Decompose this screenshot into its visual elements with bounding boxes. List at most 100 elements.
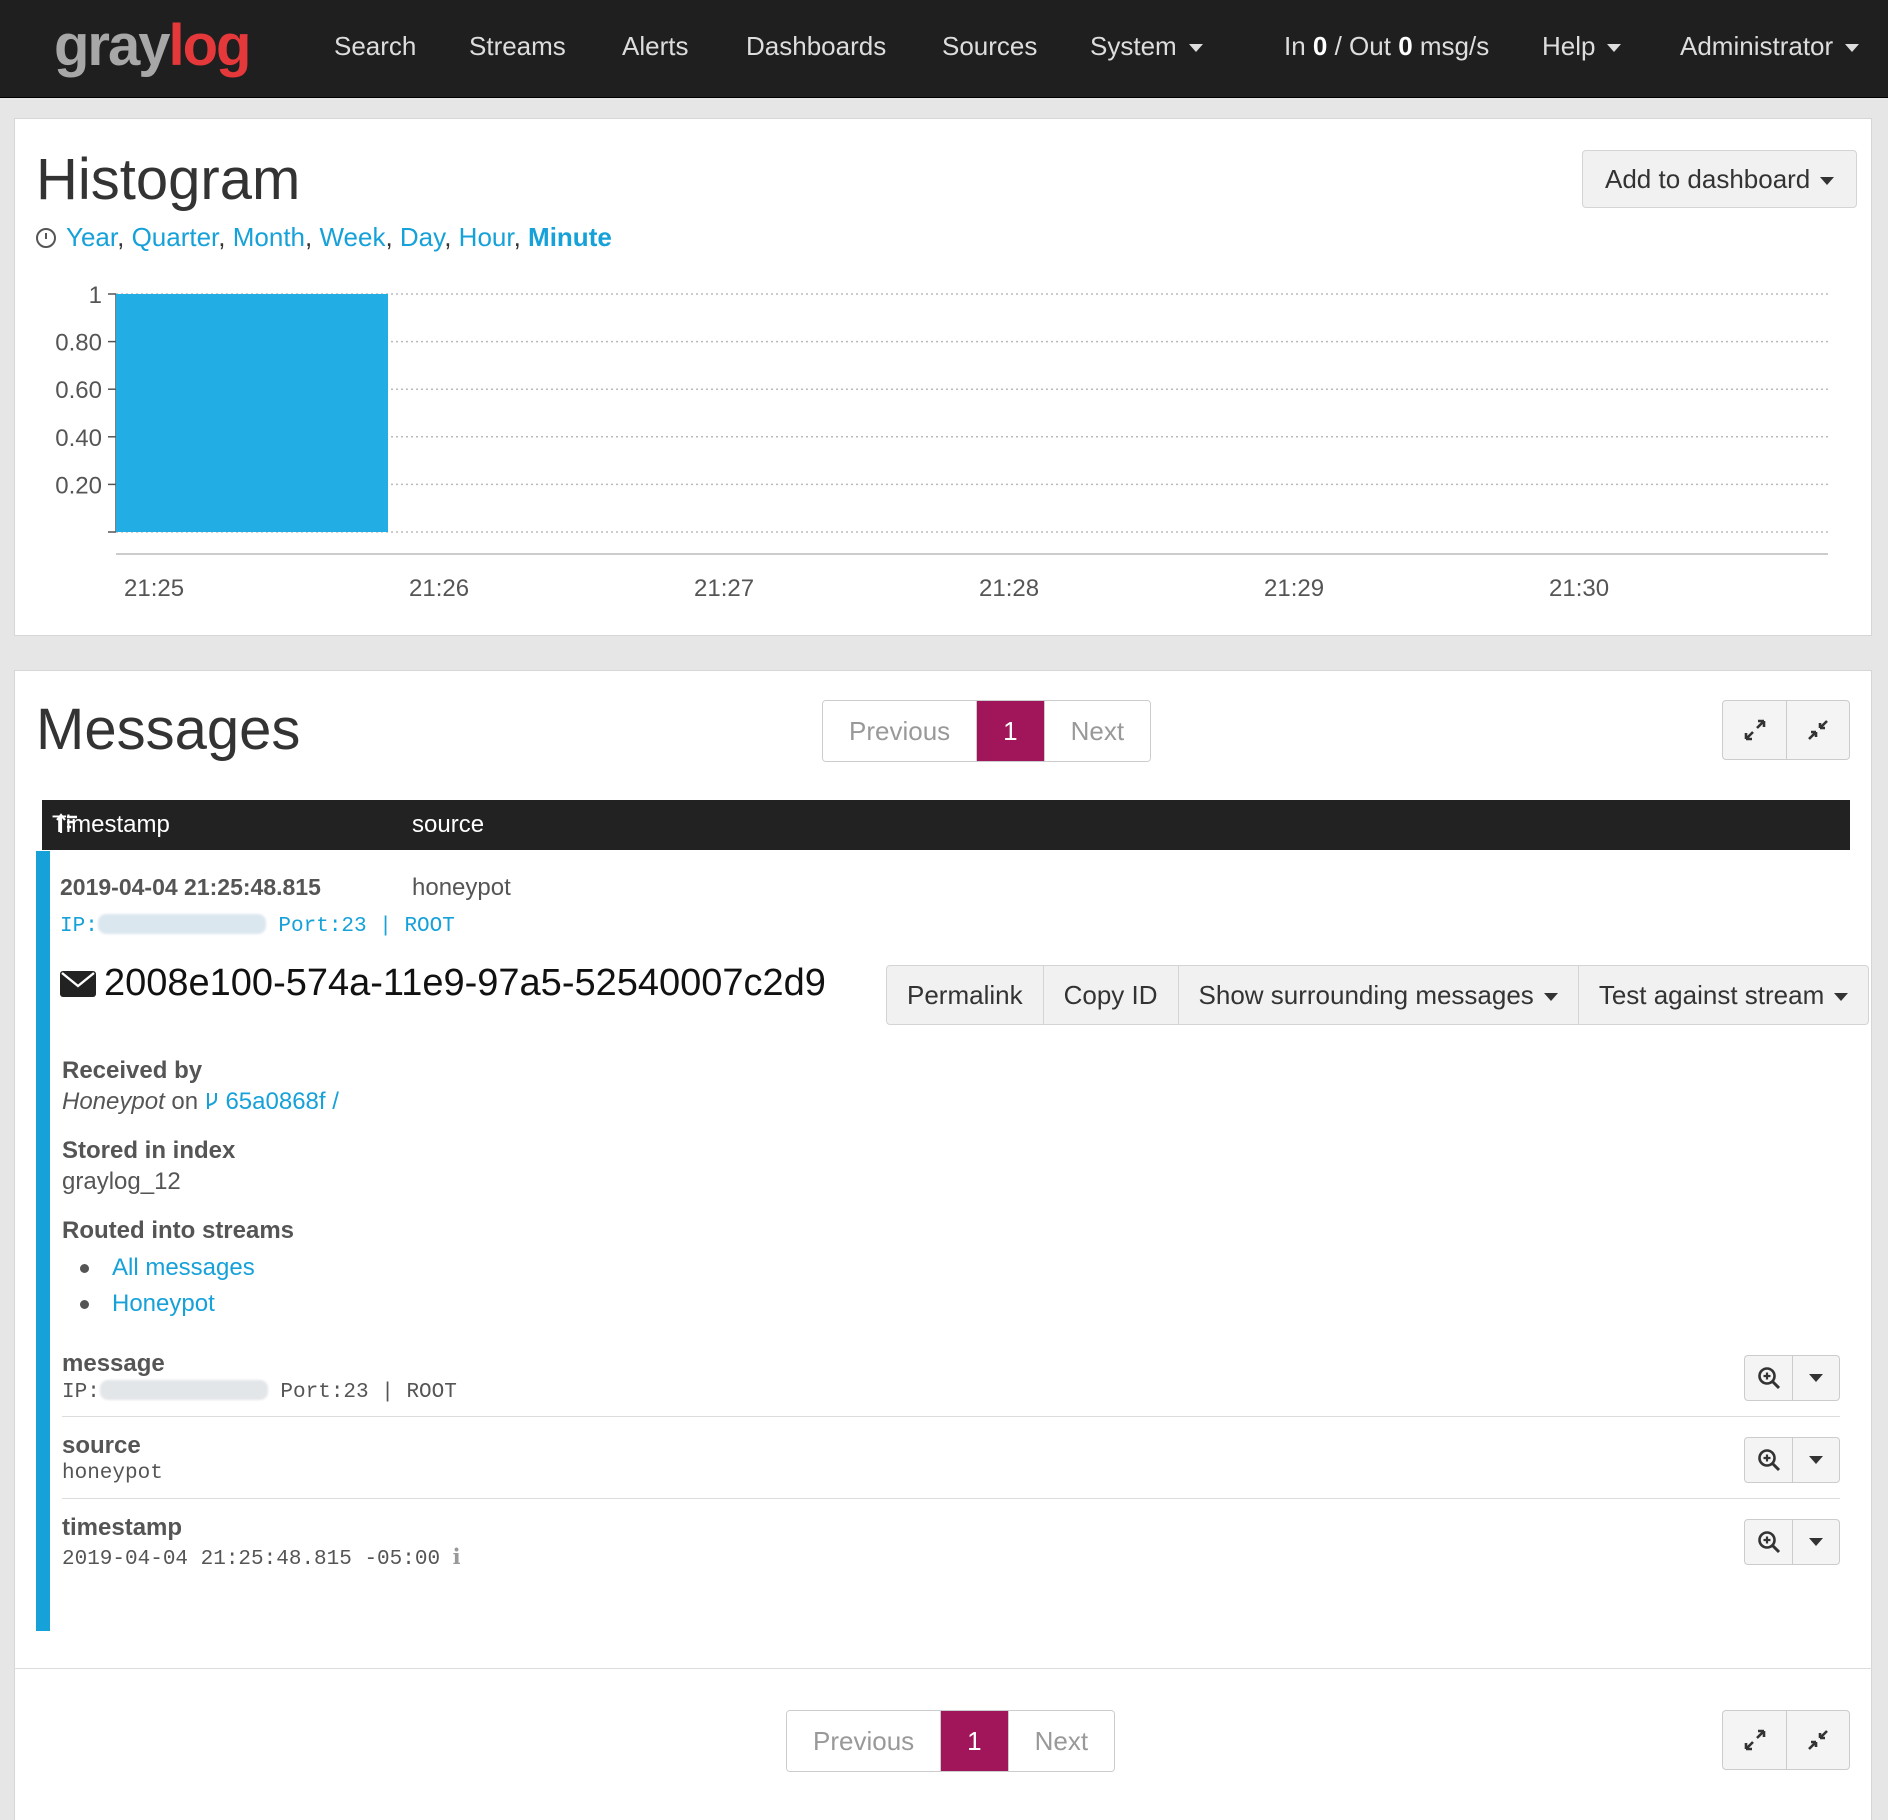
field-divider (62, 1498, 1840, 1499)
zoom-in-icon (1757, 1449, 1780, 1472)
nav-system[interactable]: System (1090, 0, 1203, 92)
test-against-stream-button[interactable]: Test against stream (1577, 966, 1868, 1024)
field-search-button[interactable] (1745, 1438, 1792, 1482)
resolution-hour[interactable]: Hour (459, 222, 514, 252)
x-tick-label: 21:28 (979, 575, 1039, 602)
pagination-page-1[interactable]: 1 (976, 701, 1044, 761)
field-source-name: source (62, 1432, 141, 1459)
nav-sources[interactable]: Sources (942, 0, 1037, 92)
x-tick-label: 21:26 (409, 575, 469, 602)
message-source[interactable]: honeypot (412, 874, 511, 902)
field-message-text: Port:23 | ROOT (280, 1381, 457, 1404)
throughput-in-label: In (1284, 31, 1313, 61)
field-divider (62, 1416, 1840, 1417)
messages-table-header: Timestamp source (42, 800, 1850, 850)
histogram-bar (116, 294, 388, 532)
logo-text-red: log (168, 13, 252, 78)
field-dropdown-button[interactable] (1792, 1438, 1839, 1482)
field-source-value: honeypot (62, 1462, 163, 1485)
panel-divider (14, 1668, 1872, 1669)
expand-button[interactable] (1723, 701, 1786, 759)
resolution-month[interactable]: Month (233, 222, 305, 252)
add-to-dashboard-button[interactable]: Add to dashboard (1582, 150, 1858, 208)
show-surrounding-label: Show surrounding messages (1198, 980, 1534, 1010)
graylog-logo[interactable]: graylog (54, 13, 252, 78)
list-item: Honeypot (80, 1286, 255, 1322)
resolution-year[interactable]: Year (66, 222, 117, 252)
pagination-previous[interactable]: Previous (787, 1711, 941, 1771)
chevron-down-icon (1809, 1538, 1823, 1546)
chevron-down-icon (1543, 993, 1558, 1002)
message-summary-text: Port:23 | ROOT (278, 915, 455, 938)
message-actions: Permalink Copy ID Show surrounding messa… (886, 965, 1870, 1025)
expand-button[interactable] (1723, 1711, 1786, 1769)
nav-streams[interactable]: Streams (469, 0, 566, 92)
pagination-next[interactable]: Next (1007, 1711, 1115, 1771)
compress-icon (1808, 1730, 1828, 1750)
compress-icon (1808, 720, 1828, 740)
redacted-ip (97, 914, 266, 934)
column-timestamp[interactable]: Timestamp (52, 800, 170, 850)
y-tick-label: 1 (89, 282, 102, 309)
add-to-dashboard-label: Add to dashboard (1605, 164, 1811, 194)
chevron-down-icon (1188, 44, 1203, 53)
histogram-title: Histogram (36, 147, 301, 212)
field-search-button[interactable] (1745, 1520, 1792, 1564)
node-link[interactable]: 65a0868f / (225, 1088, 338, 1115)
message-timestamp[interactable]: 2019-04-04 21:25:48.815 (60, 874, 321, 901)
nav-user-menu[interactable]: Administrator (1680, 0, 1860, 92)
info-icon[interactable]: i (453, 1544, 461, 1569)
expand-collapse-group-bottom (1722, 1710, 1850, 1770)
column-source[interactable]: source (412, 800, 484, 850)
nav-alerts[interactable]: Alerts (622, 0, 688, 92)
permalink-button[interactable]: Permalink (887, 966, 1043, 1024)
field-timestamp-text: 2019-04-04 21:25:48.815 -05:00 (62, 1548, 441, 1571)
expand-icon (1744, 1729, 1765, 1751)
expand-icon (1744, 719, 1765, 741)
field-dropdown-button[interactable] (1792, 1356, 1839, 1400)
chevron-down-icon (1834, 993, 1849, 1002)
resolution-day[interactable]: Day (400, 222, 444, 252)
resolution-minute[interactable]: Minute (528, 222, 612, 252)
field-message-value: IP: Port:23 | ROOT (62, 1380, 457, 1404)
pagination-previous[interactable]: Previous (823, 701, 977, 761)
y-tick-label: 0.40 (55, 425, 102, 452)
resolution-week[interactable]: Week (319, 222, 385, 252)
field-message-name: message (62, 1350, 165, 1377)
x-tick-label: 21:30 (1549, 575, 1609, 602)
stored-in-index-label: Stored in index (62, 1137, 236, 1164)
resolution-quarter[interactable]: Quarter (132, 222, 219, 252)
pagination-page-1[interactable]: 1 (940, 1711, 1008, 1771)
chevron-down-icon (1845, 44, 1860, 53)
x-tick-label: 21:25 (124, 575, 184, 602)
pagination-next[interactable]: Next (1043, 701, 1151, 761)
x-tick-label: 21:27 (694, 575, 754, 602)
stream-link-honeypot[interactable]: Honeypot (112, 1290, 215, 1317)
routed-streams-label: Routed into streams (62, 1217, 295, 1244)
nav-help[interactable]: Help (1542, 0, 1622, 92)
message-id: 2008e100-574a-11e9-97a5-52540007c2d9 (104, 962, 826, 1004)
received-by-value: Honeypot on 65a0868f / (62, 1088, 339, 1116)
messages-title: Messages (36, 697, 301, 762)
clock-icon (36, 228, 56, 248)
field-message-actions (1744, 1355, 1840, 1401)
copy-id-button[interactable]: Copy ID (1042, 966, 1178, 1024)
zoom-in-icon (1757, 1531, 1780, 1554)
field-search-button[interactable] (1745, 1356, 1792, 1400)
show-surrounding-button[interactable]: Show surrounding messages (1177, 966, 1578, 1024)
collapse-button[interactable] (1786, 1711, 1849, 1769)
stream-link-all-messages[interactable]: All messages (112, 1254, 255, 1281)
nav-dashboards[interactable]: Dashboards (746, 0, 886, 92)
nav-search[interactable]: Search (334, 0, 416, 92)
chevron-down-icon (1809, 1456, 1823, 1464)
column-timestamp-label: Timestamp (52, 811, 170, 838)
nav-help-label: Help (1542, 31, 1596, 61)
redacted-ip (99, 1380, 268, 1400)
logo-text-gray: gray (54, 13, 171, 78)
histogram-chart: 1 0.80 0.60 0.40 0.20 21:25 21:26 21:27 21:28 21:… (55, 282, 1828, 602)
resolution-selector: Year, Quarter, Month, Week, Day, Hour, M… (36, 222, 612, 253)
received-by-label: Received by (62, 1057, 203, 1084)
y-tick-label: 0.20 (55, 472, 102, 499)
collapse-button[interactable] (1786, 701, 1849, 759)
field-dropdown-button[interactable] (1792, 1520, 1839, 1564)
